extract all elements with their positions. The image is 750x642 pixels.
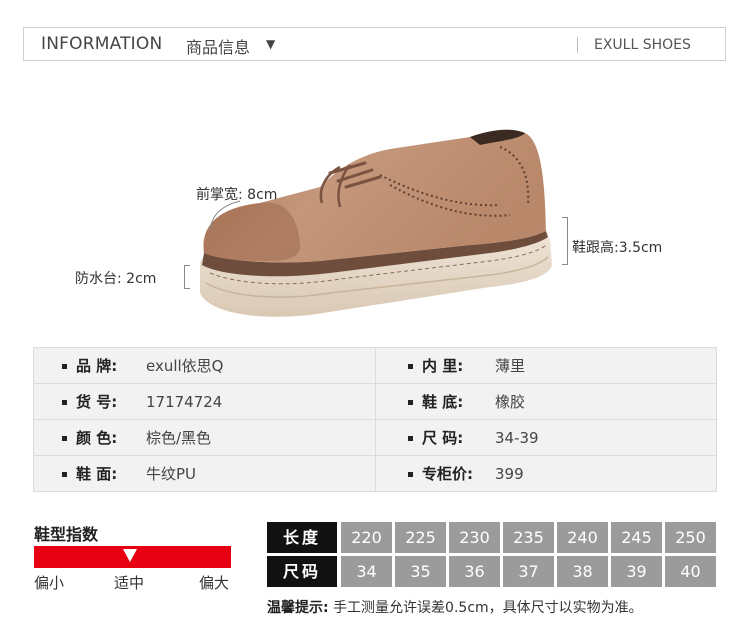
length-cell: 230 xyxy=(449,522,500,553)
platform-bracket xyxy=(184,265,190,289)
spec-value: 橡胶 xyxy=(495,393,526,411)
length-header: 长度 xyxy=(267,522,337,553)
spec-value: 17174724 xyxy=(146,393,223,411)
bullet-icon xyxy=(408,364,413,369)
information-header: INFORMATION 商品信息 ▼ EXULL SHOES xyxy=(23,27,726,61)
note-text: 手工测量允许误差0.5cm，具体尺寸以实物为准。 xyxy=(333,600,643,616)
size-cell: 40 xyxy=(665,556,716,587)
spec-value: 牛纹PU xyxy=(146,465,197,483)
fit-label-normal: 适中 xyxy=(114,574,145,592)
bullet-icon xyxy=(62,400,67,405)
heel-bracket xyxy=(562,217,568,265)
size-cell: 34 xyxy=(341,556,392,587)
header-title: INFORMATION xyxy=(41,34,163,54)
length-cell: 240 xyxy=(557,522,608,553)
spec-key: 颜 色: xyxy=(76,429,118,447)
spec-value: 34-39 xyxy=(495,429,539,447)
spec-row: 货 号: 17174724 鞋 底: 橡胶 xyxy=(34,384,716,420)
spec-key: 专柜价: xyxy=(422,465,473,483)
bullet-icon xyxy=(62,436,67,441)
header-title-cn: 商品信息 xyxy=(186,38,251,57)
header-divider xyxy=(577,37,578,53)
spec-key: 内 里: xyxy=(422,357,464,375)
shoe-image xyxy=(200,129,552,317)
spec-value: exull依思Q xyxy=(146,357,224,375)
spec-value: 薄里 xyxy=(495,357,526,375)
length-cell: 225 xyxy=(395,522,446,553)
heel-height-label: 鞋跟高:3.5cm xyxy=(572,240,663,256)
length-cell: 245 xyxy=(611,522,662,553)
size-cell: 39 xyxy=(611,556,662,587)
spec-key: 尺 码: xyxy=(422,429,464,447)
note-label: 温馨提示: xyxy=(267,600,329,616)
size-header: 尺码 xyxy=(267,556,337,587)
size-cell: 36 xyxy=(449,556,500,587)
spec-key: 品 牌: xyxy=(76,357,118,375)
measurement-note: 温馨提示: 手工测量允许误差0.5cm，具体尺寸以实物为准。 xyxy=(267,597,643,617)
spec-key: 货 号: xyxy=(76,393,118,411)
triangle-down-icon: ▼ xyxy=(266,37,276,51)
fit-index-title: 鞋型指数 xyxy=(34,525,99,544)
specs-table: 品 牌: exull依思Q 内 里: 薄里 货 号: 17174724 鞋 底:… xyxy=(33,347,717,492)
forefoot-width-label: 前掌宽: 8cm xyxy=(196,187,278,203)
spec-row: 鞋 面: 牛纹PU 专柜价: 399 xyxy=(34,456,716,492)
spec-key: 鞋 面: xyxy=(76,465,118,483)
spec-row: 品 牌: exull依思Q 内 里: 薄里 xyxy=(34,348,716,384)
fit-label-small: 偏小 xyxy=(34,574,65,592)
bullet-icon xyxy=(408,400,413,405)
size-cell: 35 xyxy=(395,556,446,587)
header-brand: EXULL SHOES xyxy=(594,37,691,53)
bullet-icon xyxy=(62,364,67,369)
fit-label-large: 偏大 xyxy=(199,574,230,592)
bullet-icon xyxy=(408,472,413,477)
spec-key: 鞋 底: xyxy=(422,393,464,411)
spec-value: 棕色/黑色 xyxy=(146,429,212,447)
length-cell: 250 xyxy=(665,522,716,553)
spec-value: 399 xyxy=(495,465,524,483)
length-cell: 220 xyxy=(341,522,392,553)
platform-height-label: 防水台: 2cm xyxy=(75,271,157,287)
size-cell: 38 xyxy=(557,556,608,587)
length-cell: 235 xyxy=(503,522,554,553)
size-cell: 37 xyxy=(503,556,554,587)
bullet-icon xyxy=(62,472,67,477)
fit-marker-icon xyxy=(123,549,137,562)
spec-row: 颜 色: 棕色/黑色 尺 码: 34-39 xyxy=(34,420,716,456)
bullet-icon xyxy=(408,436,413,441)
